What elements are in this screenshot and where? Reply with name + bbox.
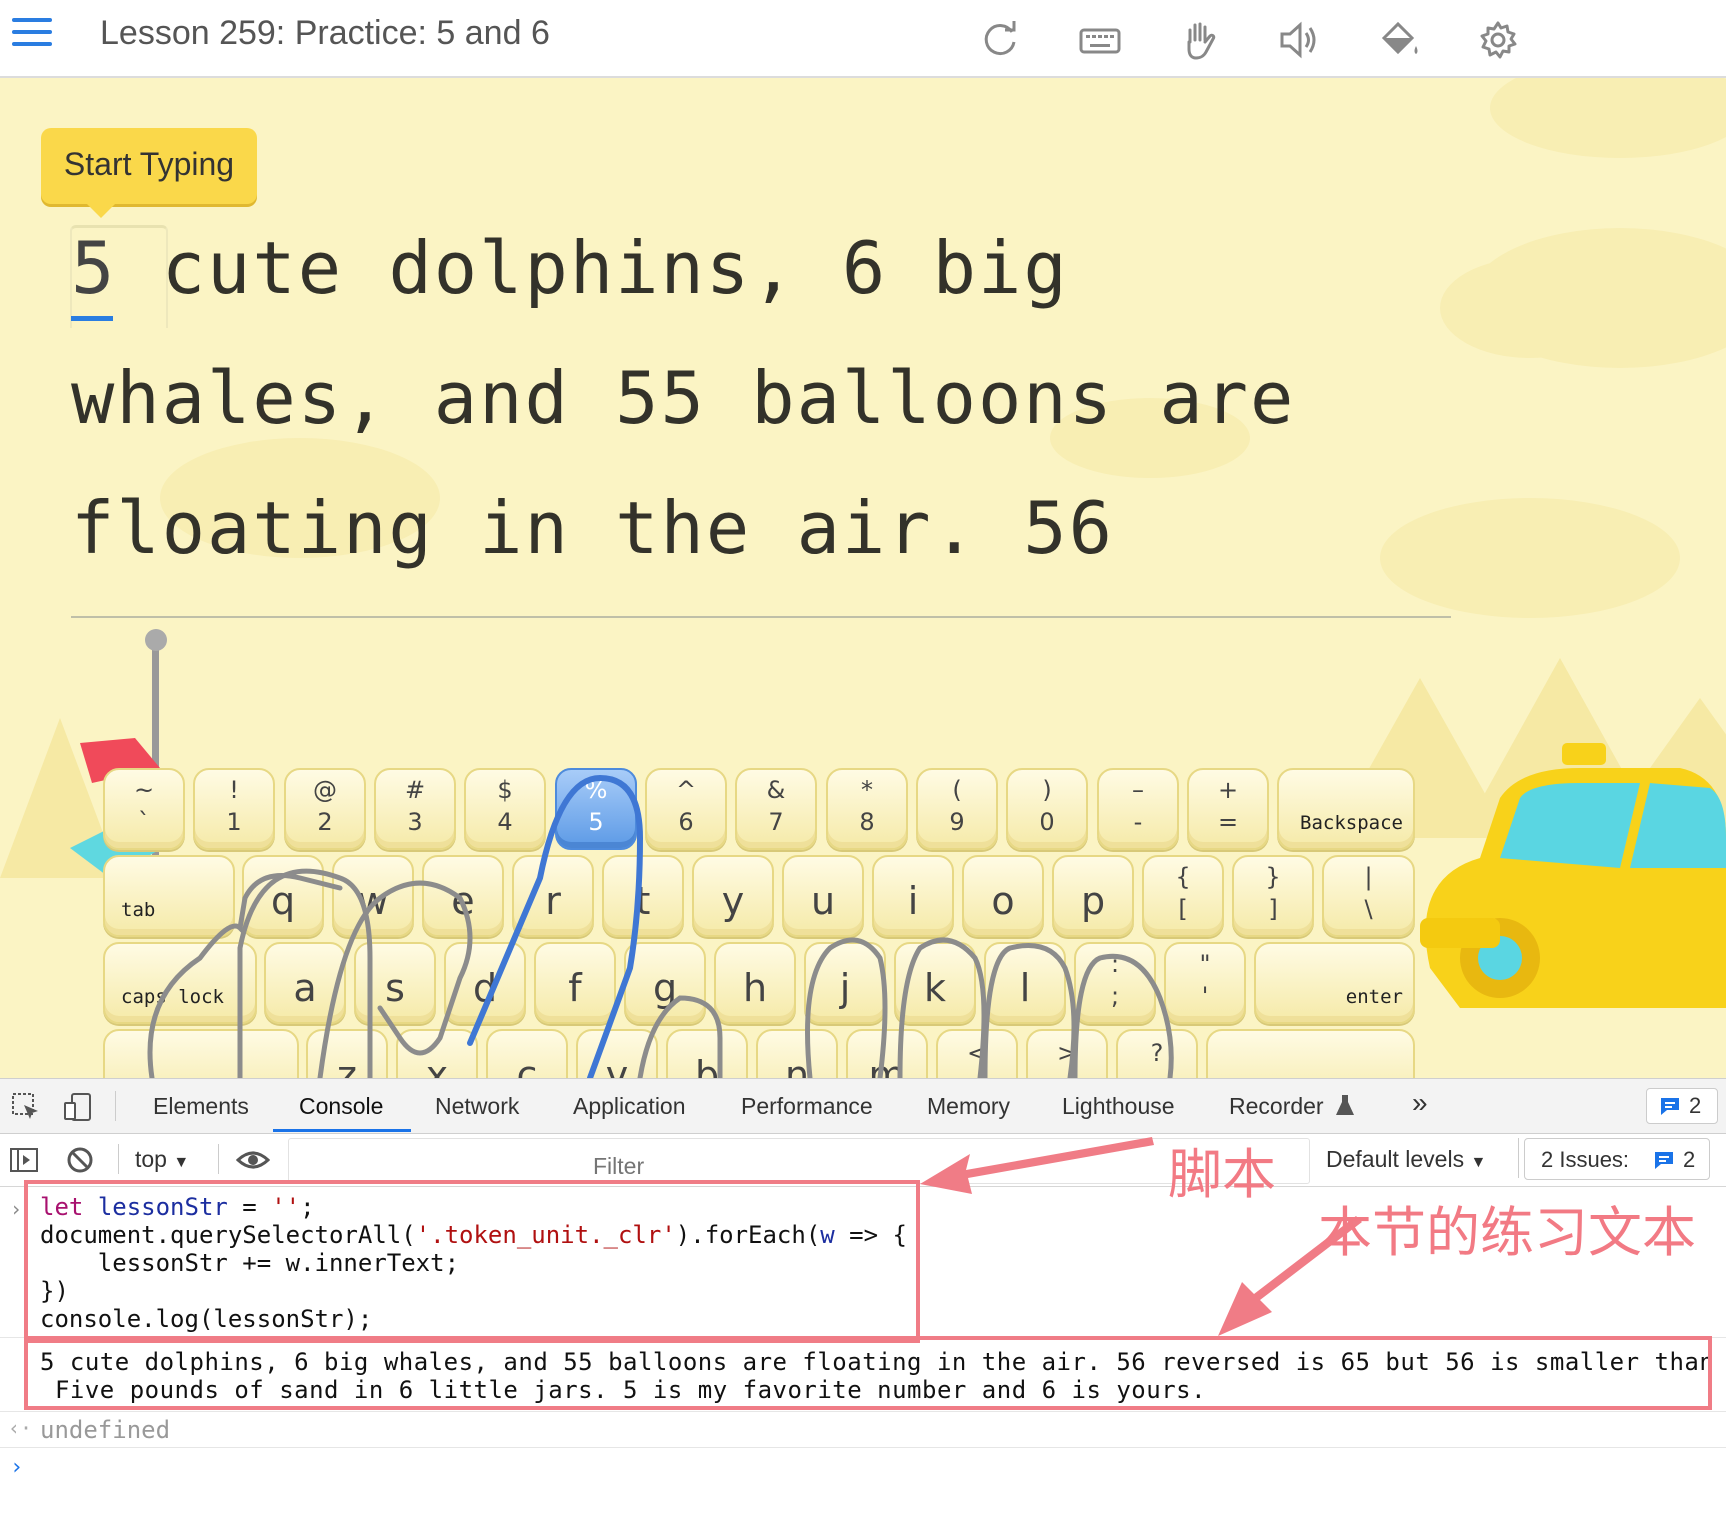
annotation-arrows <box>920 1137 1362 1336</box>
script-annotation-label: 脚本 <box>1168 1143 1276 1206</box>
text-annotation-label: 本节的练习文本 <box>1318 1201 1696 1264</box>
